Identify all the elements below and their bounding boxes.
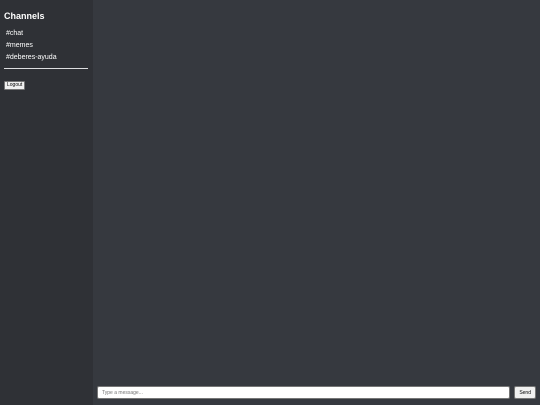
chat-app: Channels #chat #memes #deberes-ayuda Log… [0, 0, 540, 405]
channel-item-memes[interactable]: #memes [4, 42, 89, 54]
message-area[interactable] [93, 0, 540, 384]
chat-main: Send [93, 0, 540, 405]
channel-item-chat[interactable]: #chat [4, 30, 89, 42]
channel-sidebar: Channels #chat #memes #deberes-ayuda Log… [0, 0, 93, 405]
sidebar-title: Channels [4, 11, 45, 21]
sidebar-divider [4, 68, 88, 69]
message-input[interactable] [97, 386, 511, 399]
send-button[interactable]: Send [514, 386, 536, 399]
message-composer: Send [93, 384, 540, 405]
channel-list: #chat #memes #deberes-ayuda [4, 30, 89, 66]
logout-button[interactable]: Logout [4, 81, 26, 90]
channel-item-deberes-ayuda[interactable]: #deberes-ayuda [4, 54, 89, 66]
